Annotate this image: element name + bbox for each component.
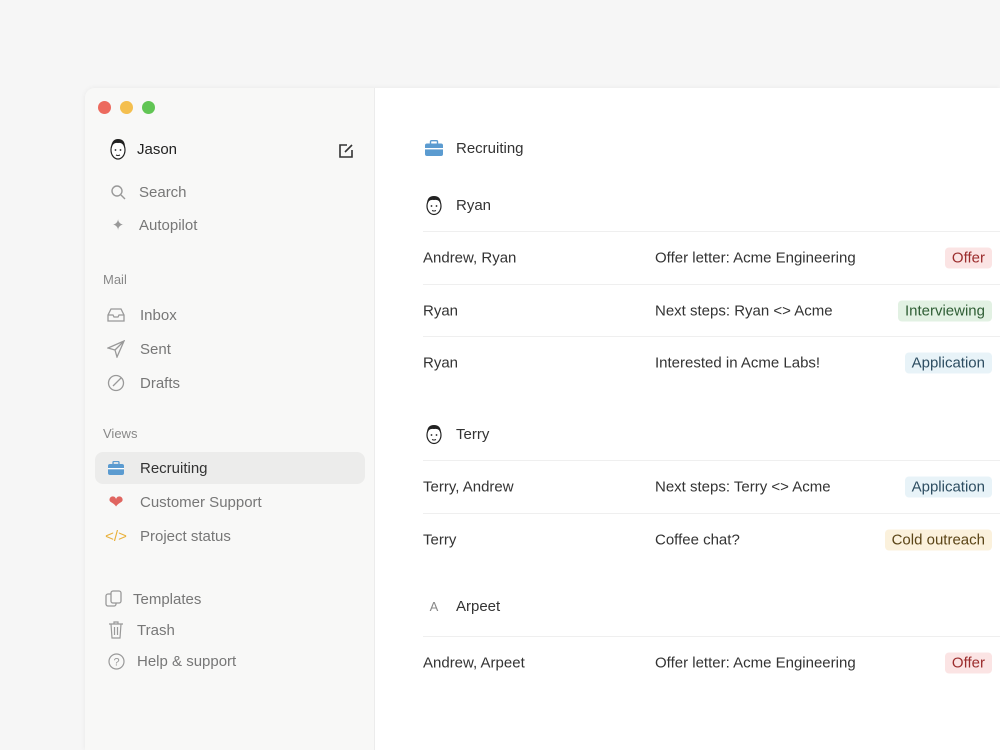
thread-participants: Terry [423, 531, 456, 548]
sidebar-item-sent[interactable]: Sent [95, 333, 365, 365]
user-name: Jason [137, 141, 177, 158]
thread-row[interactable]: Ryan Next steps: Ryan <> Acme Interviewing [423, 285, 992, 337]
sidebar-item-project-status[interactable]: </> Project status [95, 520, 365, 552]
sidebar-item-label: Help & support [137, 653, 236, 670]
thread-row[interactable]: Terry, Andrew Next steps: Terry <> Acme Ap… [423, 461, 992, 513]
thread-subject: Offer letter: Acme Engineering [655, 250, 856, 267]
avatar [107, 137, 129, 161]
avatar [423, 193, 445, 217]
thread-subject: Next steps: Terry <> Acme [655, 479, 831, 496]
templates-icon [103, 590, 125, 608]
avatar [423, 422, 445, 446]
status-badge[interactable]: Interviewing [898, 300, 992, 321]
sidebar-item-label: Project status [140, 528, 231, 545]
initial-avatar: A [423, 599, 445, 614]
sidebar-item-inbox[interactable]: Inbox [95, 299, 365, 331]
sparkle-icon: ✦ [107, 216, 129, 234]
group-header[interactable]: Ryan [423, 193, 491, 217]
thread-participants: Ryan [423, 355, 458, 372]
drafts-icon [105, 374, 127, 392]
inbox-icon [105, 307, 127, 323]
thread-row[interactable]: Ryan Interested in Acme Labs! Application [423, 337, 992, 389]
views-section-heading: Views [103, 426, 137, 441]
status-badge[interactable]: Cold outreach [885, 529, 992, 550]
sidebar-item-label: Templates [133, 591, 201, 608]
group-header[interactable]: A Arpeet [423, 598, 500, 615]
sidebar-item-drafts[interactable]: Drafts [95, 367, 365, 399]
group-name: Ryan [456, 197, 491, 214]
thread-subject: Interested in Acme Labs! [655, 355, 820, 372]
maximize-window-button[interactable] [142, 101, 155, 114]
status-badge[interactable]: Application [905, 353, 992, 374]
group-header[interactable]: Terry [423, 422, 489, 446]
group-name: Terry [456, 426, 489, 443]
send-icon [105, 340, 127, 358]
sidebar-item-label: Customer Support [140, 494, 262, 511]
sidebar-item-trash[interactable]: Trash [95, 614, 365, 646]
sidebar-item-label: Search [139, 184, 187, 201]
view-title-text: Recruiting [456, 140, 524, 157]
thread-subject: Coffee chat? [655, 531, 740, 548]
search-icon [107, 184, 129, 200]
mail-section-heading: Mail [103, 272, 127, 287]
thread-subject: Offer letter: Acme Engineering [655, 655, 856, 672]
help-icon: ? [105, 653, 127, 670]
user-menu[interactable]: Jason [107, 137, 177, 161]
trash-icon [105, 621, 127, 639]
sidebar-item-label: Trash [137, 622, 175, 639]
compose-icon[interactable] [338, 143, 354, 159]
view-title: Recruiting [423, 140, 524, 157]
sidebar-item-label: Inbox [140, 307, 177, 324]
status-badge[interactable]: Application [905, 477, 992, 498]
sidebar-item-recruiting[interactable]: Recruiting [95, 452, 365, 484]
thread-subject: Next steps: Ryan <> Acme [655, 302, 833, 319]
briefcase-icon [423, 140, 445, 157]
group-name: Arpeet [456, 598, 500, 615]
thread-row[interactable]: Terry Coffee chat? Cold outreach [423, 514, 992, 566]
briefcase-icon [105, 461, 127, 476]
thread-participants: Andrew, Arpeet [423, 655, 525, 672]
sidebar-item-search[interactable]: Search [95, 176, 365, 208]
heart-icon: ❤ [105, 492, 127, 513]
svg-text:?: ? [113, 656, 119, 668]
status-badge[interactable]: Offer [945, 248, 992, 269]
thread-participants: Ryan [423, 302, 458, 319]
sidebar-item-label: Recruiting [140, 460, 208, 477]
close-window-button[interactable] [98, 101, 111, 114]
status-badge[interactable]: Offer [945, 653, 992, 674]
sidebar-item-templates[interactable]: Templates [95, 583, 365, 615]
sidebar-item-label: Sent [140, 341, 171, 358]
sidebar-item-help[interactable]: ? Help & support [95, 645, 365, 677]
sidebar-item-label: Autopilot [139, 217, 197, 234]
thread-row[interactable]: Andrew, Arpeet Offer letter: Acme Enginee… [423, 637, 992, 689]
thread-row[interactable]: Andrew, Ryan Offer letter: Acme Engineeri… [423, 232, 992, 284]
minimize-window-button[interactable] [120, 101, 133, 114]
sidebar-item-customer-support[interactable]: ❤ Customer Support [95, 486, 365, 518]
code-icon: </> [105, 528, 127, 545]
thread-participants: Andrew, Ryan [423, 250, 516, 267]
thread-participants: Terry, Andrew [423, 479, 514, 496]
app-window: Jason Search ✦Autopilot Mail Inbox Sent … [85, 88, 1000, 750]
sidebar: Jason Search ✦Autopilot Mail Inbox Sent … [85, 88, 375, 750]
sidebar-item-label: Drafts [140, 375, 180, 392]
main-content: Recruiting Ryan Andrew, Ryan Offer letter:… [375, 88, 1000, 750]
sidebar-item-autopilot[interactable]: ✦ Autopilot [95, 209, 365, 241]
